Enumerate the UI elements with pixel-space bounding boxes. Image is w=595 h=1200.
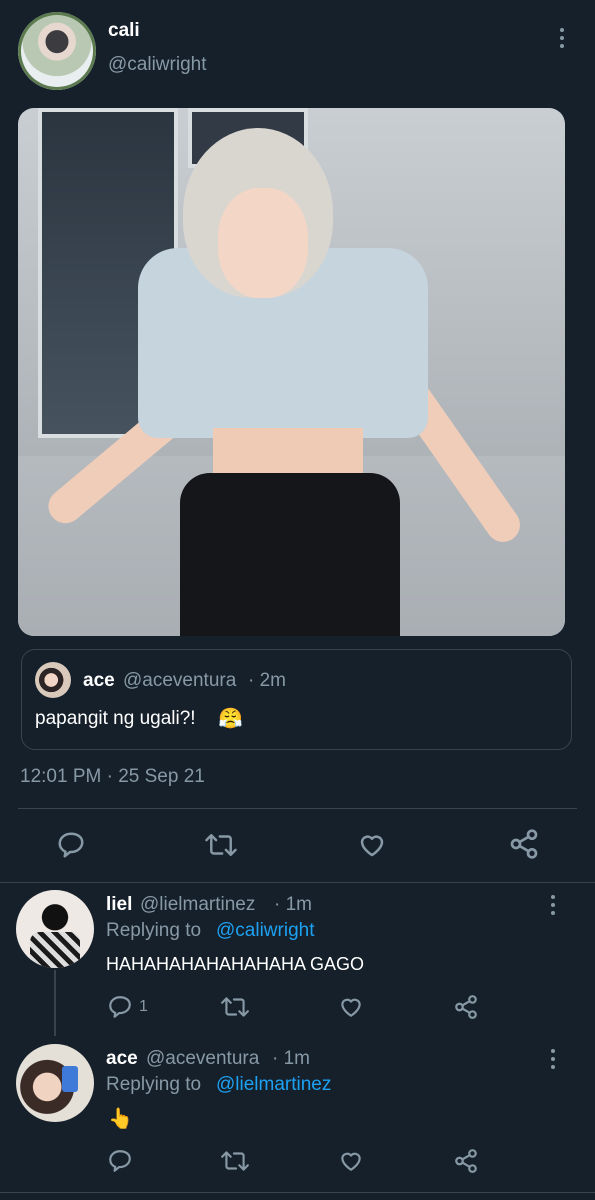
quoted-name: ace: [83, 670, 115, 691]
thread-line: [54, 970, 56, 1036]
share-button[interactable]: [453, 1148, 479, 1174]
reply-button[interactable]: [107, 1148, 133, 1174]
retweet-icon: [205, 834, 237, 856]
like-icon: [360, 835, 384, 857]
reply-count: 1: [139, 998, 148, 1015]
photo-figure-waist: [213, 428, 363, 478]
share-button[interactable]: [508, 828, 540, 860]
reply-icon: [58, 832, 84, 858]
reply-avatar[interactable]: [16, 890, 94, 968]
quoted-time: · 2m: [248, 670, 286, 691]
reply-icon: [109, 1150, 131, 1172]
reply-text: HAHAHAHAHAHAHAHA GAGO: [106, 954, 365, 974]
replying-to-label: Replying to: [106, 920, 202, 941]
replying-to-label: Replying to: [106, 1074, 202, 1095]
reply-handle[interactable]: @aceventura: [146, 1048, 259, 1070]
reply-avatar[interactable]: [16, 1044, 94, 1122]
retweet-icon: [221, 997, 249, 1017]
like-icon: [341, 998, 361, 1017]
divider: [0, 882, 595, 883]
quoted-tweet[interactable]: [21, 649, 572, 750]
retweet-button[interactable]: [220, 1148, 250, 1174]
share-icon: [455, 995, 477, 1019]
retweet-button[interactable]: [220, 994, 250, 1020]
photo-figure-face: [218, 188, 308, 298]
reply-time: · 1m: [274, 894, 312, 915]
share-icon: [455, 1149, 477, 1173]
replying-to-link[interactable]: @lielmartinez: [216, 1074, 331, 1096]
more-icon[interactable]: [550, 1049, 556, 1069]
reply-button[interactable]: [56, 830, 86, 860]
replying-to-link[interactable]: @caliwright: [216, 920, 314, 942]
like-button[interactable]: [338, 1148, 364, 1174]
like-button[interactable]: [357, 830, 387, 860]
share-icon: [510, 829, 538, 859]
divider: [18, 808, 577, 809]
pointing-up-emoji: 👆: [108, 1108, 133, 1130]
divider: [0, 1192, 595, 1193]
reply-name[interactable]: liel: [106, 894, 132, 916]
like-button[interactable]: [338, 994, 364, 1020]
tweet-photo[interactable]: [18, 108, 565, 636]
quoted-avatar: [35, 662, 71, 698]
author-name[interactable]: cali: [108, 20, 140, 42]
author-avatar[interactable]: [18, 12, 96, 90]
reply-button[interactable]: 1: [107, 994, 148, 1020]
like-icon: [341, 1152, 361, 1171]
reply-handle[interactable]: @lielmartinez: [140, 894, 255, 916]
author-handle[interactable]: @caliwright: [108, 54, 206, 76]
share-button[interactable]: [453, 994, 479, 1020]
reply-icon: [109, 996, 131, 1018]
reply-name[interactable]: ace: [106, 1048, 138, 1070]
more-icon[interactable]: [550, 895, 556, 915]
retweet-icon: [221, 1151, 249, 1171]
tweet-timestamp: 12:01 PM · 25 Sep 21: [20, 766, 205, 787]
steam-face-emoji: 😤: [218, 708, 243, 730]
quoted-handle: @aceventura: [123, 670, 237, 691]
retweet-button[interactable]: [204, 830, 238, 860]
more-icon[interactable]: [559, 28, 565, 48]
photo-figure-pants: [180, 473, 400, 636]
quoted-text: papangit ng ugali?!: [35, 708, 196, 729]
reply-time: · 1m: [272, 1048, 310, 1069]
